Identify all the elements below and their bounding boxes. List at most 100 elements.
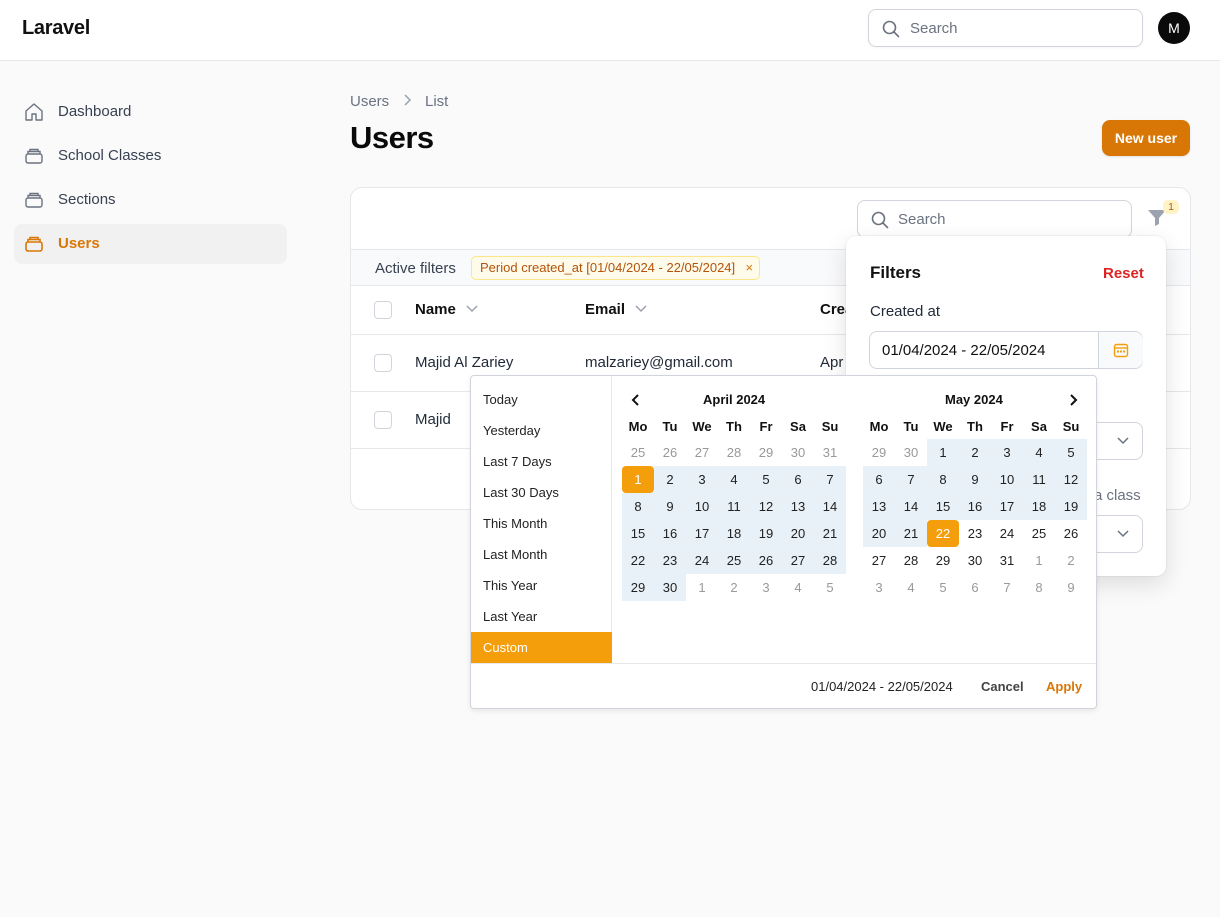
range-option[interactable]: This Month — [471, 508, 612, 539]
calendar-day[interactable]: 20 — [782, 520, 814, 547]
calendar-day[interactable]: 3 — [863, 574, 895, 601]
calendar-day[interactable]: 14 — [814, 493, 846, 520]
calendar-day[interactable]: 5 — [814, 574, 846, 601]
global-search-input[interactable]: Search — [868, 9, 1143, 47]
calendar-day[interactable]: 30 — [959, 547, 991, 574]
row-checkbox[interactable] — [374, 354, 392, 372]
calendar-day[interactable]: 2 — [654, 466, 686, 493]
calendar-day[interactable]: 5 — [750, 466, 782, 493]
chevron-right-icon[interactable] — [1065, 392, 1081, 408]
range-option[interactable]: Yesterday — [471, 415, 612, 446]
calendar-day[interactable]: 25 — [718, 547, 750, 574]
calendar-day[interactable]: 21 — [814, 520, 846, 547]
calendar-day[interactable]: 19 — [750, 520, 782, 547]
breadcrumb-list[interactable]: List — [425, 93, 448, 110]
calendar-day[interactable]: 2 — [718, 574, 750, 601]
brand-logo[interactable]: Laravel — [22, 17, 90, 40]
calendar-day[interactable]: 28 — [814, 547, 846, 574]
calendar-day[interactable]: 25 — [1023, 520, 1055, 547]
calendar-day[interactable]: 4 — [718, 466, 750, 493]
calendar-day[interactable]: 22 — [622, 547, 654, 574]
calendar-day[interactable]: 8 — [927, 466, 959, 493]
range-option[interactable]: Last Month — [471, 539, 612, 570]
calendar-day[interactable]: 30 — [895, 439, 927, 466]
calendar-day[interactable]: 27 — [686, 439, 718, 466]
calendar-day[interactable]: 26 — [1055, 520, 1087, 547]
calendar-day[interactable]: 9 — [959, 466, 991, 493]
calendar-day[interactable]: 1 — [1023, 547, 1055, 574]
calendar-day[interactable]: 24 — [686, 547, 718, 574]
range-option[interactable]: Last 30 Days — [471, 477, 612, 508]
calendar-day[interactable]: 26 — [654, 439, 686, 466]
calendar-day[interactable]: 12 — [1055, 466, 1087, 493]
calendar-day[interactable]: 12 — [750, 493, 782, 520]
calendar-day[interactable]: 13 — [863, 493, 895, 520]
calendar-day[interactable]: 18 — [718, 520, 750, 547]
calendar-day[interactable]: 4 — [782, 574, 814, 601]
calendar-day[interactable]: 3 — [991, 439, 1023, 466]
calendar-day[interactable]: 19 — [1055, 493, 1087, 520]
new-user-button[interactable]: New user — [1102, 120, 1190, 156]
calendar-day[interactable]: 6 — [782, 466, 814, 493]
calendar-day[interactable]: 28 — [895, 547, 927, 574]
sidebar-item-school-classes[interactable]: School Classes — [14, 136, 287, 176]
row-checkbox[interactable] — [374, 411, 392, 429]
column-header-email[interactable]: Email — [585, 301, 647, 318]
sidebar-item-sections[interactable]: Sections — [14, 180, 287, 220]
calendar-day[interactable]: 6 — [863, 466, 895, 493]
calendar-day[interactable]: 15 — [927, 493, 959, 520]
calendar-day[interactable]: 2 — [1055, 547, 1087, 574]
calendar-day[interactable]: 13 — [782, 493, 814, 520]
created-at-date-input[interactable]: 01/04/2024 - 22/05/2024 — [869, 331, 1143, 369]
calendar-day[interactable]: 4 — [895, 574, 927, 601]
remove-filter-icon[interactable]: × — [746, 257, 754, 279]
calendar-day[interactable]: 10 — [686, 493, 718, 520]
breadcrumb-users[interactable]: Users — [350, 93, 389, 110]
calendar-day[interactable]: 2 — [959, 439, 991, 466]
calendar-day[interactable]: 31 — [991, 547, 1023, 574]
calendar-day[interactable]: 29 — [750, 439, 782, 466]
calendar-day[interactable]: 1 — [622, 466, 654, 493]
calendar-day[interactable]: 9 — [654, 493, 686, 520]
calendar-day[interactable]: 16 — [654, 520, 686, 547]
calendar-button[interactable] — [1098, 332, 1143, 368]
calendar-day[interactable]: 9 — [1055, 574, 1087, 601]
calendar-day[interactable]: 24 — [991, 520, 1023, 547]
calendar-day[interactable]: 6 — [959, 574, 991, 601]
calendar-day[interactable]: 17 — [686, 520, 718, 547]
calendar-day[interactable]: 29 — [863, 439, 895, 466]
calendar-day[interactable]: 18 — [1023, 493, 1055, 520]
range-option[interactable]: This Year — [471, 570, 612, 601]
apply-button[interactable]: Apply — [1046, 679, 1082, 694]
calendar-day[interactable]: 16 — [959, 493, 991, 520]
calendar-day[interactable]: 7 — [991, 574, 1023, 601]
sidebar-item-users[interactable]: Users — [14, 224, 287, 264]
calendar-day[interactable]: 17 — [991, 493, 1023, 520]
calendar-day[interactable]: 10 — [991, 466, 1023, 493]
calendar-day[interactable]: 11 — [1023, 466, 1055, 493]
calendar-day[interactable]: 28 — [718, 439, 750, 466]
calendar-day[interactable]: 29 — [927, 547, 959, 574]
calendar-day[interactable]: 30 — [654, 574, 686, 601]
calendar-day[interactable]: 30 — [782, 439, 814, 466]
calendar-day[interactable]: 22 — [927, 520, 959, 547]
calendar-day[interactable]: 5 — [1055, 439, 1087, 466]
calendar-day[interactable]: 23 — [654, 547, 686, 574]
calendar-day[interactable]: 29 — [622, 574, 654, 601]
calendar-day[interactable]: 11 — [718, 493, 750, 520]
calendar-day[interactable]: 26 — [750, 547, 782, 574]
calendar-day[interactable]: 1 — [686, 574, 718, 601]
calendar-day[interactable]: 8 — [622, 493, 654, 520]
range-option[interactable]: Last 7 Days — [471, 446, 612, 477]
calendar-day[interactable]: 14 — [895, 493, 927, 520]
calendar-day[interactable]: 8 — [1023, 574, 1055, 601]
sidebar-item-dashboard[interactable]: Dashboard — [14, 92, 287, 132]
calendar-day[interactable]: 7 — [895, 466, 927, 493]
calendar-day[interactable]: 31 — [814, 439, 846, 466]
range-option[interactable]: Today — [471, 384, 612, 415]
calendar-day[interactable]: 27 — [863, 547, 895, 574]
calendar-day[interactable]: 3 — [686, 466, 718, 493]
calendar-day[interactable]: 4 — [1023, 439, 1055, 466]
calendar-day[interactable]: 1 — [927, 439, 959, 466]
table-search-input[interactable]: Search — [857, 200, 1132, 238]
